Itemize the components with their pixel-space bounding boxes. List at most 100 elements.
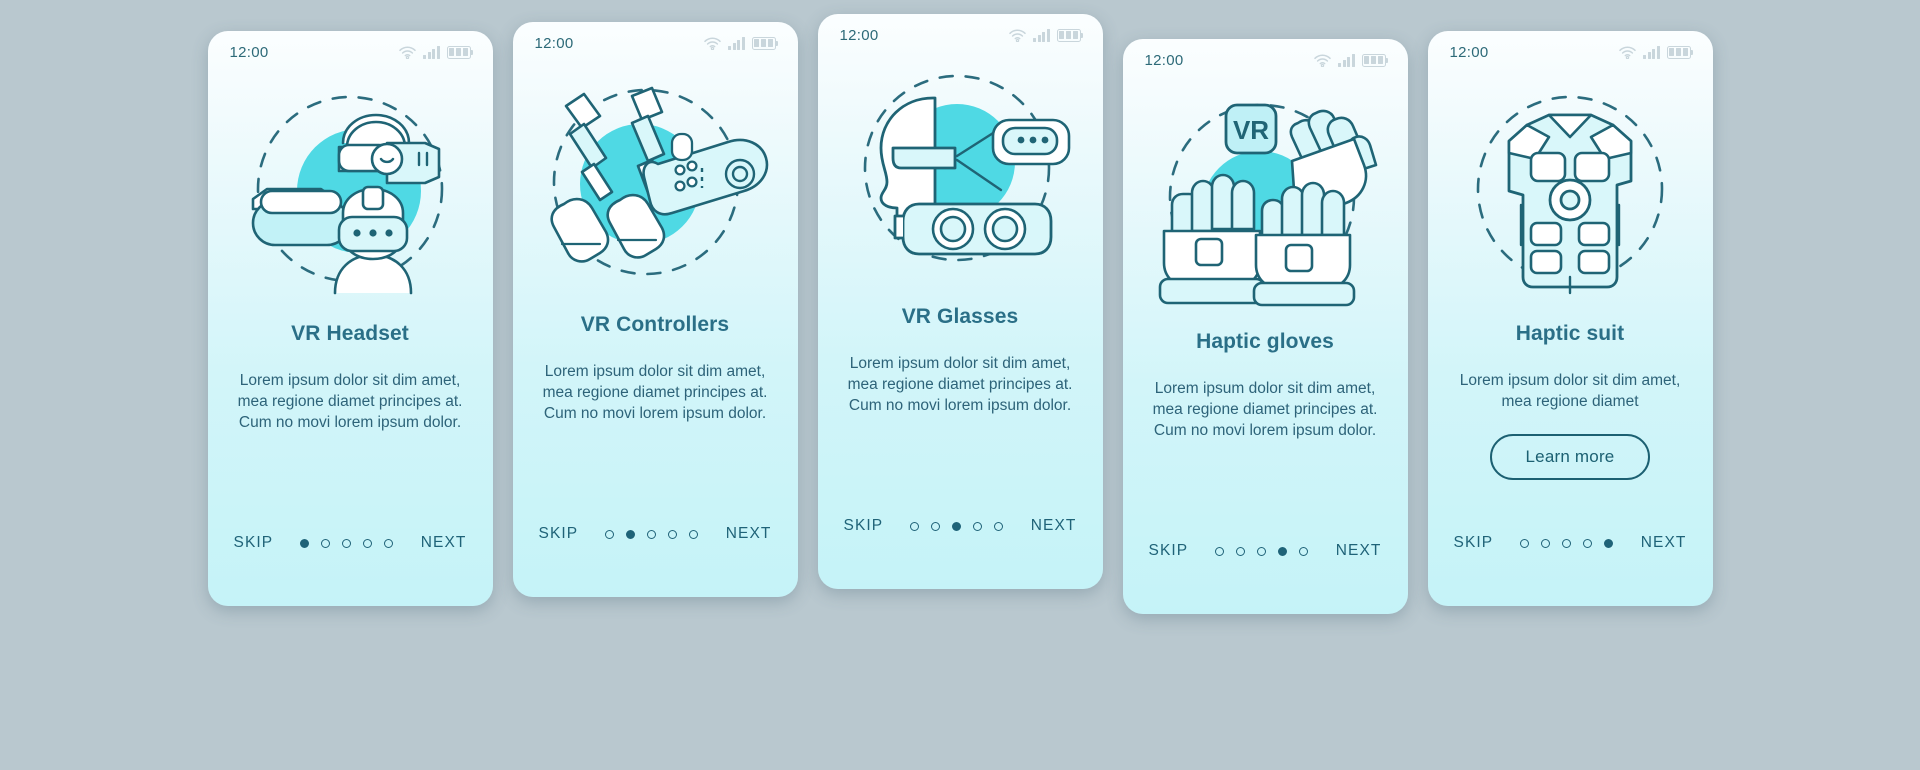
svg-text:VR: VR: [1233, 115, 1269, 145]
status-bar-clock: 12:00: [1144, 51, 1184, 69]
pagination-dot[interactable]: [1520, 538, 1530, 548]
signal-icon: [1033, 28, 1050, 42]
screen-content: VR Headset Lorem ipsum dolor sit dim ame…: [208, 308, 493, 510]
skip-button[interactable]: SKIP: [844, 517, 884, 535]
next-button[interactable]: NEXT: [1641, 534, 1687, 552]
pagination-dot[interactable]: [384, 538, 394, 548]
skip-button[interactable]: SKIP: [234, 534, 274, 552]
pagination-dot[interactable]: [1236, 546, 1246, 556]
learn-more-button[interactable]: Learn more: [1489, 434, 1651, 480]
battery-icon: [1056, 28, 1084, 42]
pagination-dot[interactable]: [952, 521, 962, 531]
signal-icon: [728, 36, 745, 50]
status-bar: 12:00: [1428, 31, 1713, 73]
pagination-dots: [1215, 546, 1309, 556]
pagination-dot[interactable]: [910, 521, 920, 531]
screen-description: Lorem ipsum dolor sit dim amet, mea regi…: [542, 363, 768, 422]
wifi-icon: [1009, 28, 1026, 42]
haptic-suit-illustration: [1428, 73, 1713, 308]
status-bar: 12:00: [208, 31, 493, 73]
screen-content: Haptic suit Lorem ipsum dolor sit dim am…: [1428, 308, 1713, 510]
pagination-dot[interactable]: [300, 538, 310, 548]
signal-icon: [423, 45, 440, 59]
status-bar-clock: 12:00: [1449, 43, 1489, 61]
status-bar-clock: 12:00: [839, 26, 879, 44]
screen-title: Haptic gloves: [1196, 330, 1334, 353]
pagination-dot[interactable]: [1278, 546, 1288, 556]
pagination-dot[interactable]: [626, 529, 636, 539]
pagination-dot[interactable]: [994, 521, 1004, 531]
status-bar-icons: [399, 45, 474, 59]
pagination-dot[interactable]: [363, 538, 373, 548]
vr-badge-shape: VR: [1224, 103, 1278, 154]
pagination-dot[interactable]: [931, 521, 941, 531]
pagination-dot[interactable]: [1604, 538, 1614, 548]
pagination-dots: [605, 529, 699, 539]
battery-icon: [1666, 45, 1694, 59]
pagination-dots: [1520, 538, 1614, 548]
pagination-dots: [300, 538, 394, 548]
status-bar-icons: [1314, 53, 1389, 67]
pagination-dot[interactable]: [1299, 546, 1309, 556]
skip-button[interactable]: SKIP: [539, 525, 579, 543]
skip-button[interactable]: SKIP: [1454, 534, 1494, 552]
pagination-dots: [910, 521, 1004, 531]
pagination-dot[interactable]: [1583, 538, 1593, 548]
onboarding-footer: SKIP NEXT: [1123, 518, 1408, 614]
screen-description: Lorem ipsum dolor sit dim amet, mea regi…: [237, 372, 463, 431]
status-bar-clock: 12:00: [534, 34, 574, 52]
onboarding-screen-vr-glasses: 12:00 VR Glasses Lorem ipsum dolor sit d…: [817, 14, 1103, 589]
onboarding-screen-haptic-suit: 12:00 Haptic suit Lorem ipsum dolor sit …: [1427, 31, 1713, 606]
wifi-icon: [1314, 53, 1331, 67]
screen-title: VR Headset: [291, 322, 409, 345]
battery-icon: [1361, 53, 1389, 67]
pagination-dot[interactable]: [1215, 546, 1225, 556]
onboarding-screens-board: 12:00 VR Headset Lorem ipsum dolor sit d…: [0, 0, 1920, 770]
wifi-icon: [1619, 45, 1636, 59]
pagination-dot[interactable]: [605, 529, 615, 539]
next-button[interactable]: NEXT: [1336, 542, 1382, 560]
next-button[interactable]: NEXT: [421, 534, 467, 552]
pagination-dot[interactable]: [342, 538, 352, 548]
pagination-dot[interactable]: [1562, 538, 1572, 548]
next-button[interactable]: NEXT: [1031, 517, 1077, 535]
pagination-dot[interactable]: [973, 521, 983, 531]
screen-description: Lorem ipsum dolor sit dim amet, mea regi…: [1152, 380, 1378, 439]
skip-button[interactable]: SKIP: [1149, 542, 1189, 560]
onboarding-screen-haptic-gloves: 12:00 VR Haptic gloves Lorem ipsum dolor…: [1122, 39, 1408, 614]
onboarding-footer: SKIP NEXT: [818, 493, 1103, 589]
status-bar: 12:00: [513, 22, 798, 64]
status-bar-clock: 12:00: [229, 43, 269, 61]
battery-icon: [446, 45, 474, 59]
battery-icon: [751, 36, 779, 50]
pagination-dot[interactable]: [1257, 546, 1267, 556]
screen-content: VR Controllers Lorem ipsum dolor sit dim…: [513, 299, 798, 501]
status-bar-icons: [1619, 45, 1694, 59]
wifi-icon: [399, 45, 416, 59]
signal-icon: [1338, 53, 1355, 67]
onboarding-footer: SKIP NEXT: [513, 501, 798, 597]
onboarding-screen-vr-controllers: 12:00 VR Controllers Lorem ipsum dolor s…: [512, 22, 798, 597]
screen-description: Lorem ipsum dolor sit dim amet, mea regi…: [1459, 372, 1681, 410]
haptic-gloves-illustration: VR: [1123, 81, 1408, 316]
vr-glasses-illustration: [818, 56, 1103, 291]
signal-icon: [1643, 45, 1660, 59]
next-button[interactable]: NEXT: [726, 525, 772, 543]
status-bar-icons: [704, 36, 779, 50]
screen-title: VR Glasses: [901, 305, 1019, 328]
pagination-dot[interactable]: [1541, 538, 1551, 548]
screen-content: Haptic gloves Lorem ipsum dolor sit dim …: [1123, 316, 1408, 518]
status-bar: 12:00: [818, 14, 1103, 56]
vr-headset-illustration: [208, 73, 493, 308]
onboarding-footer: SKIP NEXT: [1428, 510, 1713, 606]
screen-description: Lorem ipsum dolor sit dim amet, mea regi…: [847, 355, 1073, 414]
screen-title: VR Controllers: [580, 313, 730, 336]
onboarding-footer: SKIP NEXT: [208, 510, 493, 606]
pagination-dot[interactable]: [668, 529, 678, 539]
pagination-dot[interactable]: [321, 538, 331, 548]
vr-controllers-illustration: [513, 64, 798, 299]
onboarding-screen-vr-headset: 12:00 VR Headset Lorem ipsum dolor sit d…: [207, 31, 493, 606]
pagination-dot[interactable]: [647, 529, 657, 539]
pagination-dot[interactable]: [689, 529, 699, 539]
status-bar-icons: [1009, 28, 1084, 42]
